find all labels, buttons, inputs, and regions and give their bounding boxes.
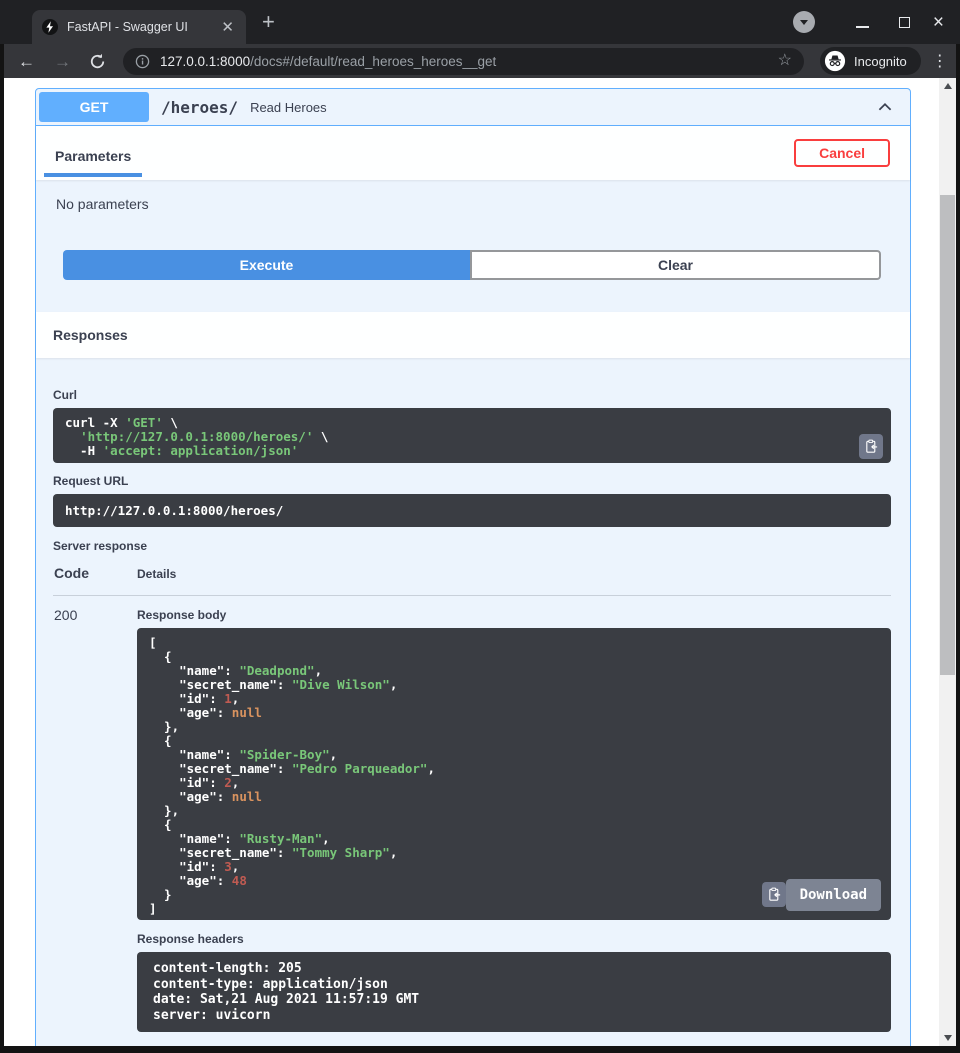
window-close-button[interactable]: × <box>933 13 944 32</box>
curl-label: Curl <box>53 388 891 402</box>
server-response-table: Code Details 200 Response body [ { "name… <box>53 565 891 1032</box>
details-column-header: Details <box>137 565 891 581</box>
fastapi-favicon-icon <box>42 19 58 35</box>
copy-response-button[interactable] <box>762 882 786 907</box>
response-body-label: Response body <box>137 608 891 622</box>
triangle-down-icon <box>944 1035 952 1041</box>
no-parameters-text: No parameters <box>36 180 910 212</box>
opblock-summary[interactable]: GET /heroes/ Read Heroes <box>36 89 910 126</box>
incognito-badge: Incognito <box>820 47 921 75</box>
execute-button[interactable]: Execute <box>63 250 470 280</box>
tab-parameters[interactable]: Parameters <box>44 148 142 177</box>
status-code: 200 <box>53 607 137 1032</box>
endpoint-summary: Read Heroes <box>250 100 327 115</box>
new-tab-button[interactable]: + <box>262 9 275 35</box>
browser-titlebar: FastAPI - Swagger UI ✕ + × <box>0 0 960 44</box>
tab-search-button[interactable] <box>793 11 815 33</box>
curl-command: curl -X 'GET' \ 'http://127.0.0.1:8000/h… <box>53 408 891 463</box>
page-scrollbar[interactable] <box>939 78 956 1046</box>
clear-button[interactable]: Clear <box>470 250 881 280</box>
scrollbar-thumb[interactable] <box>940 195 955 675</box>
browser-window: FastAPI - Swagger UI ✕ + × ← → 127.0.0.1… <box>0 0 960 1053</box>
parameters-section-header: Parameters Cancel <box>36 126 910 180</box>
cancel-button[interactable]: Cancel <box>794 139 890 167</box>
copy-curl-button[interactable] <box>859 434 883 459</box>
site-info-icon[interactable] <box>135 54 150 69</box>
back-button[interactable]: ← <box>18 53 35 70</box>
response-row-200: 200 Response body [ { "name": "Deadpond"… <box>53 596 891 1032</box>
execute-wrapper: Execute Clear <box>36 212 910 280</box>
server-response-label: Server response <box>53 539 891 553</box>
url-bar[interactable]: 127.0.0.1:8000/docs#/default/read_heroes… <box>123 48 804 75</box>
browser-menu-button[interactable]: ⋮ <box>932 51 948 71</box>
request-url-value: http://127.0.0.1:8000/heroes/ <box>53 494 891 527</box>
incognito-icon <box>824 50 846 72</box>
bookmark-star-icon[interactable]: ☆ <box>778 53 792 69</box>
response-headers-label: Response headers <box>137 932 891 946</box>
scrollbar-up-button[interactable] <box>939 78 956 94</box>
url-text[interactable]: 127.0.0.1:8000/docs#/default/read_heroes… <box>160 54 778 69</box>
incognito-label: Incognito <box>854 54 907 69</box>
maximize-button[interactable] <box>899 17 910 28</box>
request-url-label: Request URL <box>53 474 891 488</box>
browser-tab[interactable]: FastAPI - Swagger UI ✕ <box>32 10 246 44</box>
response-body: [ { "name": "Deadpond", "secret_name": "… <box>137 628 891 920</box>
collapse-chevron-icon[interactable] <box>877 99 893 115</box>
method-badge: GET <box>39 92 149 122</box>
opblock-get-heroes: GET /heroes/ Read Heroes Parameters Canc… <box>35 88 911 1046</box>
responses-section-header: Responses <box>36 312 910 358</box>
minimize-button[interactable] <box>856 26 869 28</box>
code-column-header: Code <box>53 565 137 581</box>
tab-title: FastAPI - Swagger UI <box>67 20 219 34</box>
scrollbar-down-button[interactable] <box>939 1030 956 1046</box>
chevron-down-icon <box>800 20 808 25</box>
url-path: /docs#/default/read_heroes_heroes__get <box>250 54 496 69</box>
endpoint-path: /heroes/ <box>161 98 238 117</box>
page-content: GET /heroes/ Read Heroes Parameters Canc… <box>4 78 956 1046</box>
responses-title: Responses <box>53 327 128 343</box>
tab-close-icon[interactable]: ✕ <box>219 20 236 35</box>
download-button[interactable]: Download <box>786 879 881 911</box>
response-headers: content-length: 205 content-type: applic… <box>137 952 891 1032</box>
forward-button[interactable]: → <box>54 53 71 70</box>
reload-button[interactable] <box>89 53 106 70</box>
triangle-up-icon <box>944 83 952 89</box>
browser-toolbar: ← → 127.0.0.1:8000/docs#/default/read_he… <box>4 44 956 78</box>
url-host: 127.0.0.1:8000 <box>160 54 250 69</box>
